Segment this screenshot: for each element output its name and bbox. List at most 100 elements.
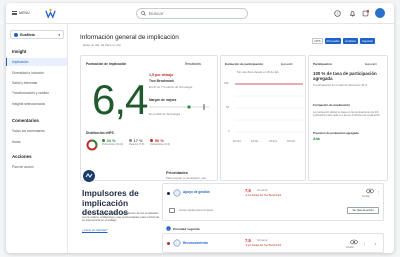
sidebar-item-diversidad[interactable]: Diversidad e inclusión	[12, 71, 44, 75]
sidebar-item-implicacion[interactable]: Implicación	[12, 60, 29, 64]
apps-icon[interactable]	[362, 10, 369, 17]
sidebar-item-notas[interactable]: Notas	[12, 140, 21, 144]
priorities-subtitle: Para mejorar tu puntuación, usa	[166, 176, 206, 180]
org-icon	[14, 32, 18, 37]
x-tick-nov: 18 Nov	[233, 140, 242, 143]
priority-row: Apoyo de gestión 7,5 10 menos -3 por deb…	[162, 183, 384, 221]
sidebar-item-todos-comentarios[interactable]: Todos los comentarios	[12, 129, 45, 133]
search-placeholder: Buscar	[149, 11, 164, 16]
sidebar: EuaMeta ▾ Insight Implicación Diversidad…	[6, 24, 68, 253]
evolution-card-title: Evolución de participación	[225, 62, 264, 66]
distribution-legend: 33 % Promotores (9-10) 17 % Pasivos (7-8…	[102, 138, 217, 146]
hide-caption: Ocultar	[346, 246, 354, 249]
sidebar-item-plan-accion[interactable]: Plan de acción	[12, 165, 34, 169]
aggregate-precision-value: Alta	[313, 137, 320, 141]
score-card-title: Puntuación de implicación	[86, 62, 127, 66]
results-link[interactable]: Resultados	[185, 62, 201, 66]
page-subtitle: Hace un día, 42 hace un día	[83, 43, 121, 47]
pill-promedio[interactable]: Promedio	[325, 38, 341, 44]
promoters-label: Promotores (9-10)	[102, 143, 124, 146]
menu-button[interactable]: MENÚ	[12, 11, 30, 15]
x-tick-ene: 18 Ene	[269, 140, 278, 143]
y-tick-0: 0	[228, 130, 230, 133]
pill-importar[interactable]: Importar	[360, 38, 375, 44]
lower-section: Impulsores de implicación destacados Los…	[66, 163, 394, 253]
action-icon	[169, 208, 175, 213]
x-tick-feb: 18 Feb	[287, 140, 296, 143]
view-plan-button[interactable]: Ver plan de acción	[347, 207, 379, 214]
engagement-score: 6,4	[92, 76, 148, 123]
evolution-expand-link[interactable]: Expandir	[281, 62, 293, 66]
avatar[interactable]	[375, 8, 385, 18]
sidebar-section-comentarios: Comentarios	[12, 118, 39, 123]
chevron-down-icon: ▾	[58, 32, 60, 37]
participation-card-title: Participación	[313, 62, 332, 66]
evolution-chart	[235, 83, 303, 133]
sidebar-section-acciones: Acciones	[12, 154, 32, 159]
priorities-title: Prioridades	[166, 170, 189, 175]
sidebar-item-salud[interactable]: Salud y bienestar	[12, 81, 37, 85]
participation-headline: 100 % de tasa de participación agregada	[313, 71, 377, 81]
info-icon: i	[166, 226, 171, 231]
top-bar: MENÚ Buscar ?	[6, 3, 394, 24]
more-icon[interactable]: ⋮	[377, 191, 381, 195]
distribution-passives: 17 % Pasivos (7-8)	[129, 138, 144, 146]
priority-delta: 10 menos	[257, 189, 268, 192]
participation-expand-link[interactable]: Expandir	[365, 62, 377, 66]
distribution-label: Distribución eNPS	[86, 131, 114, 135]
priority-bench: -3 por debajo del True Benchmark	[245, 244, 282, 247]
improvement-label: Margen de mejora	[149, 98, 177, 102]
suggested-priority-label: Prioridad sugerida	[173, 226, 200, 231]
chevron-right-icon[interactable]: ›	[375, 241, 376, 246]
priority-name[interactable]: Apoyo de gestión	[183, 190, 210, 194]
svg-text:?: ?	[336, 12, 338, 16]
drivers-text: Los impulsores están ligados a satisfacc…	[82, 211, 160, 222]
pill-nps[interactable]: NPS	[312, 38, 323, 44]
smile-icon	[102, 139, 105, 142]
bullet-icon	[167, 192, 170, 195]
sidebar-item-insights[interactable]: Insights seleccionados	[12, 102, 45, 106]
menu-label: MENÚ	[19, 11, 30, 15]
app-window: MENÚ Buscar ? EuaMeta ▾ Insight Implicac…	[6, 3, 394, 253]
priority-delta: 10 menos	[257, 239, 268, 242]
sidebar-section-insight: Insight	[12, 49, 27, 54]
y-tick-50: 50	[226, 106, 229, 109]
x-tick-dic: 18 Dic	[251, 140, 259, 143]
drivers-icon	[83, 170, 95, 182]
y-tick-100: 100	[224, 82, 229, 85]
help-icon[interactable]: ?	[334, 10, 341, 17]
distribution-donut	[86, 139, 98, 151]
detractors-label: Detractores (0-6)	[150, 143, 170, 146]
priority-bench: -3 por debajo del True Benchmark	[245, 194, 282, 197]
pill-ambitos[interactable]: Ámbitos	[343, 38, 358, 44]
priority-row: Reconocimiento 7,5 10 menos -3 por debaj…	[162, 233, 384, 253]
bell-icon[interactable]	[349, 10, 356, 17]
search-input[interactable]: Buscar	[136, 8, 248, 19]
eye-icon[interactable]	[350, 239, 358, 245]
page-title: Información general de implicación	[80, 34, 179, 41]
improvement-bar	[149, 104, 209, 110]
org-selector[interactable]: EuaMeta ▾	[10, 30, 64, 39]
handshake-icon	[173, 189, 181, 197]
priority-score: 7,5	[245, 238, 251, 243]
formation-text: La puntuación global se basa en las punt…	[313, 111, 381, 118]
eye-icon[interactable]	[366, 188, 374, 194]
formation-title: Formación de implicación	[313, 103, 351, 107]
benchmark-note: El 2% no 7,5 inferior de Tecnología	[149, 85, 193, 89]
org-name: EuaMeta	[20, 32, 35, 37]
participation-note: Tu participación en el valor de referenc…	[313, 84, 368, 87]
drivers-link[interactable]: ¿Cómo se calculan?	[82, 228, 108, 232]
logo-icon	[45, 8, 56, 19]
distribution-detractors: 50 % Detractores (0-6)	[150, 138, 170, 146]
more-icon[interactable]: ⋮	[363, 242, 367, 246]
aggregate-precision-label: Precisión de puntuación agregada	[313, 131, 359, 135]
priority-name[interactable]: Reconocimiento	[183, 241, 208, 245]
priority-score: 7,5	[245, 188, 251, 193]
evolution-note: Sin cambios desde el 15 de feb	[237, 70, 279, 74]
sidebar-item-transformacion[interactable]: Transformación y cambio	[12, 91, 49, 95]
improvement-note: En el 20% de Tecnología	[149, 112, 180, 116]
distribution-promoters: 33 % Promotores (9-10)	[102, 138, 123, 146]
neutral-icon	[129, 139, 133, 142]
frown-icon	[150, 139, 154, 142]
search-icon	[141, 11, 146, 16]
